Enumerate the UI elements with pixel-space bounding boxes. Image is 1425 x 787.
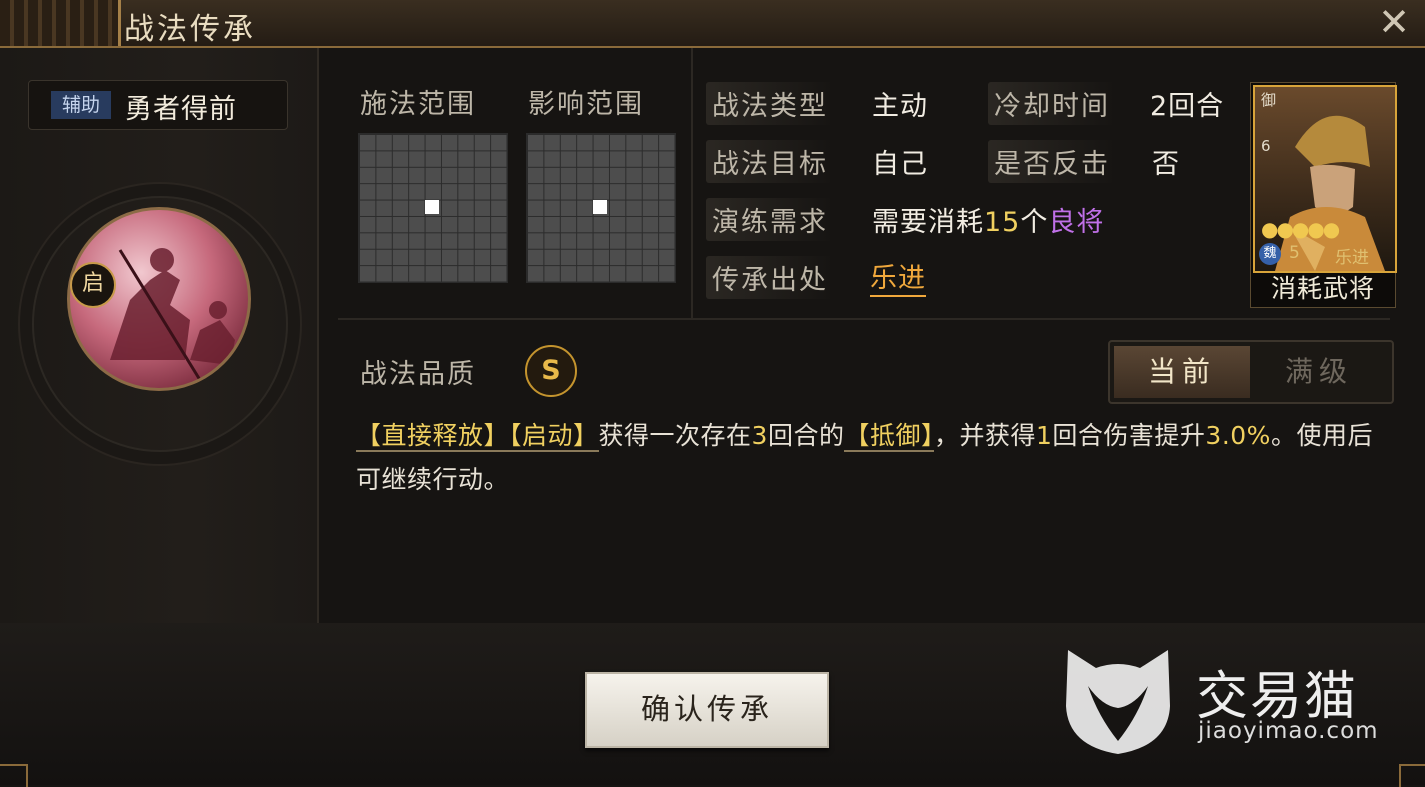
title-bar: 战法传承 ✕ [0, 0, 1425, 48]
watermark-url: jiaoyimao.com [1198, 718, 1379, 744]
skill-quality-label: 战法品质 [360, 359, 476, 390]
faction-badge: 魏 [1259, 243, 1281, 265]
cooldown-label: 冷却时间 [988, 82, 1116, 125]
troop-type: 御 [1261, 91, 1277, 109]
close-icon[interactable]: ✕ [1372, 2, 1416, 42]
cast-range-grid [358, 133, 508, 283]
confirm-inherit-button[interactable]: 确认传承 [585, 672, 829, 748]
cast-range-label: 施法范围 [360, 89, 476, 120]
corner-ornament [1399, 764, 1425, 787]
tab-current-level[interactable]: 当前 [1114, 346, 1250, 398]
skill-trigger-badge: 启 [70, 262, 116, 308]
counterattack-value: 否 [1152, 149, 1180, 180]
cast-range-center [425, 200, 439, 214]
general-cost: 6 [1261, 137, 1271, 155]
effect-range-center [593, 200, 607, 214]
skill-target-label: 战法目标 [706, 140, 834, 183]
skill-name: 勇者得前 [125, 94, 237, 125]
origin-label: 传承出处 [706, 256, 834, 299]
skill-description: 【直接释放】【启动】获得一次存在3回合的【抵御】，并获得1回合伤害提升3.0%。… [356, 421, 1373, 494]
drill-requirement-value: 需要消耗15个良将 [872, 207, 1105, 238]
general-portrait: 御 6 ●●●●● 魏 5 乐进 [1253, 85, 1397, 273]
level-toggle: 当前 满级 [1108, 340, 1394, 404]
general-card[interactable]: 御 6 ●●●●● 魏 5 乐进 消耗武将 [1250, 82, 1397, 308]
tab-max-level[interactable]: 满级 [1250, 346, 1388, 398]
skill-category-tag: 辅助 [51, 91, 111, 119]
origin-general-link[interactable]: 乐进 [870, 256, 926, 297]
window-title: 战法传承 [124, 12, 256, 47]
skill-type-label: 战法类型 [706, 82, 834, 125]
cooldown-value: 2回合 [1150, 91, 1225, 122]
quality-grade-badge: S [525, 345, 577, 397]
general-stars: ●●●●● [1261, 217, 1340, 241]
general-name: 乐进 [1335, 248, 1369, 268]
divider [691, 48, 693, 318]
effect-range-grid [526, 133, 676, 283]
counterattack-label: 是否反击 [988, 140, 1116, 183]
effect-range-label: 影响范围 [528, 89, 644, 120]
divider [338, 318, 1390, 320]
skill-target-value: 自己 [872, 149, 928, 180]
skill-name-box: 辅助 勇者得前 [28, 80, 288, 130]
corner-ornament [0, 764, 28, 787]
title-ornament [0, 0, 121, 46]
consume-general-label: 消耗武将 [1270, 274, 1375, 303]
drill-requirement-label: 演练需求 [706, 198, 834, 241]
watermark-cat-icon [1066, 650, 1170, 754]
general-level: 5 [1289, 243, 1300, 263]
skill-type-value: 主动 [872, 91, 928, 122]
